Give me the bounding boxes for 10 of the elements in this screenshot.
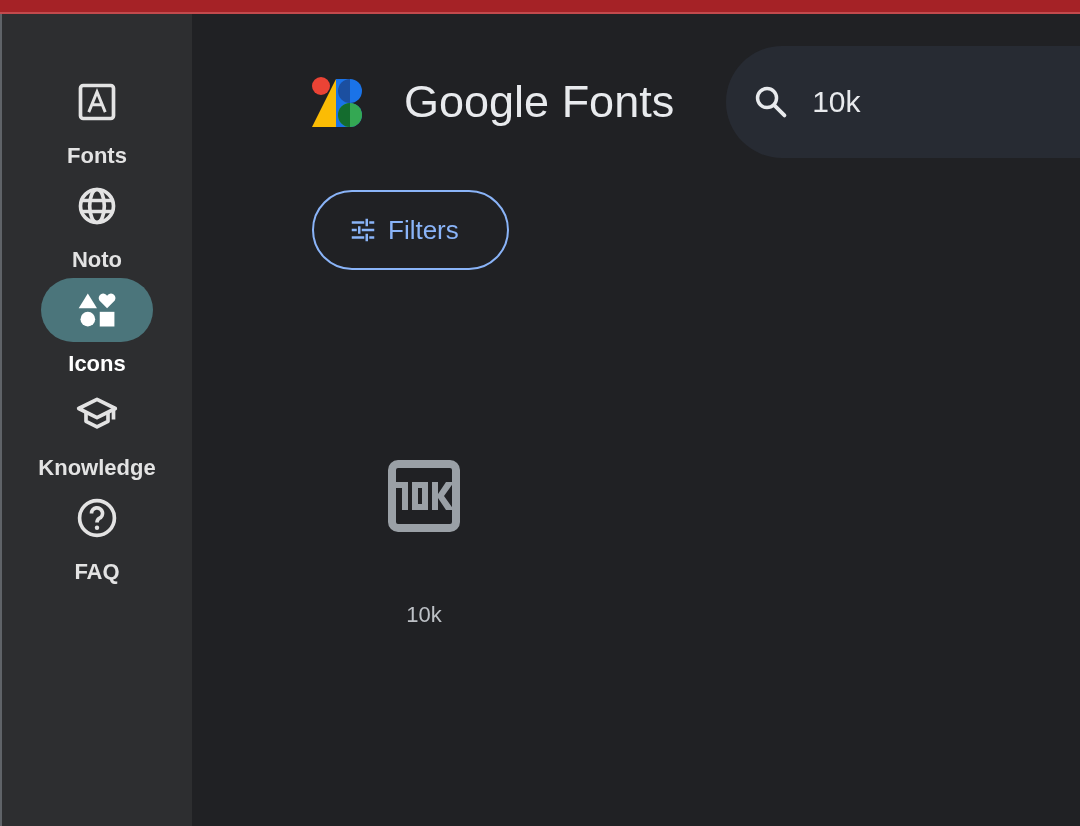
nav-item[interactable]: Fonts (32, 70, 162, 168)
filters-button[interactable]: Filters (312, 190, 509, 270)
icon-tile[interactable]: 10k (370, 460, 478, 628)
brand-name: Google Fonts (404, 76, 675, 128)
ten-k-icon (388, 460, 460, 532)
search-field[interactable]: 10k (810, 84, 1015, 120)
help-icon (75, 496, 119, 540)
nav-item[interactable]: Noto (32, 174, 162, 272)
nav-item[interactable]: FAQ (32, 486, 162, 584)
nav-item[interactable]: Knowledge (32, 382, 162, 480)
